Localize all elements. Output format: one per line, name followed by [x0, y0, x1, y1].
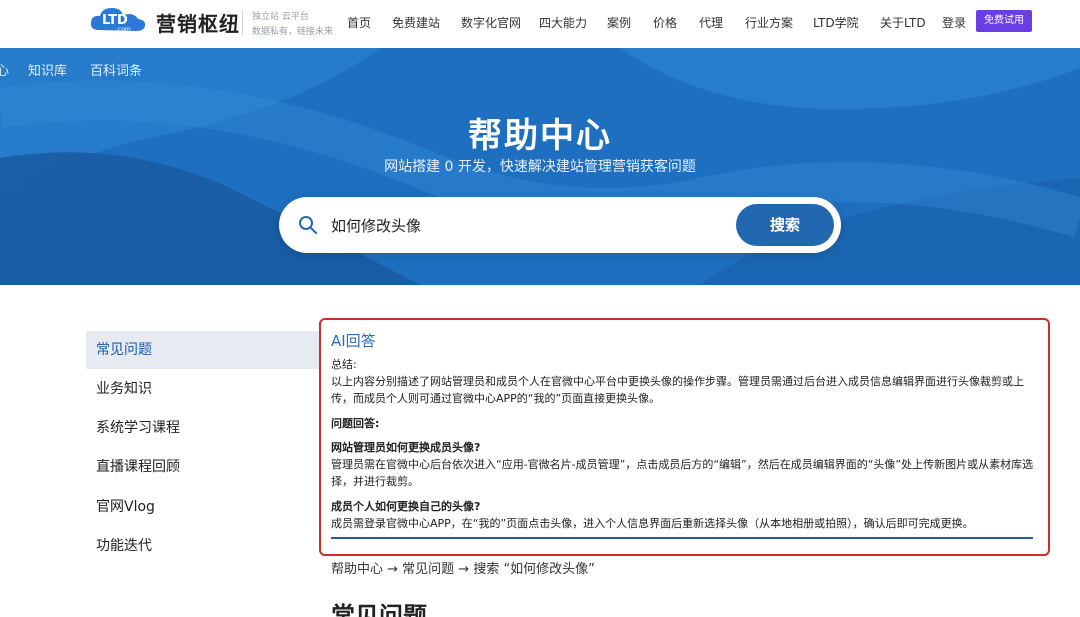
sidebar-item-changelog[interactable]: 功能迭代 [86, 527, 320, 565]
ai-question-1: 网站管理员如何更换成员头像? [331, 441, 481, 454]
nav-about[interactable]: 关于LTD [880, 14, 926, 31]
sublink-encyclopedia[interactable]: 百科词条 [90, 60, 142, 79]
sidebar-item-faq[interactable]: 常见问题 [86, 331, 320, 369]
search-icon [299, 216, 317, 234]
search-input[interactable] [331, 211, 731, 239]
brand-tagline-2: 数据私有，链接未来 [252, 27, 334, 37]
logo-badge-sub: .com [116, 26, 131, 33]
logo-divider [242, 10, 243, 36]
page-title: 帮助中心 [468, 116, 612, 156]
hero-banner: 心 知识库 百科词条 帮助中心 网站搭建 0 开发，快速解决建站管理营销获客问题… [0, 48, 1080, 285]
nav-academy[interactable]: LTD学院 [813, 14, 859, 31]
brand-tagline-1: 独立站 云平台 [252, 12, 309, 22]
nav-login[interactable]: 登录 [942, 14, 966, 31]
search-button[interactable]: 搜索 [736, 204, 834, 246]
nav-home[interactable]: 首页 [347, 14, 371, 31]
nav-cases[interactable]: 案例 [607, 14, 631, 31]
sidebar-item-business[interactable]: 业务知识 [86, 370, 320, 408]
search-bar: 搜索 [279, 197, 841, 253]
nav-four-abilities[interactable]: 四大能力 [539, 14, 587, 31]
nav-digital-site[interactable]: 数字化官网 [461, 14, 521, 31]
logo[interactable]: LTD .com [88, 4, 148, 36]
nav-free-site[interactable]: 免费建站 [392, 14, 440, 31]
brand-name: 营销枢纽 [156, 12, 240, 36]
ai-answer-2: 成员需登录官微中心APP，在“我的”页面点击头像，进入个人信息界面后重新选择头像… [331, 517, 974, 530]
sidebar-item-vlog[interactable]: 官网Vlog [86, 488, 320, 526]
nav-industry[interactable]: 行业方案 [745, 14, 793, 31]
ai-answer-1: 管理员需在官微中心后台依次进入“应用-官微名片-成员管理”，点击成员后方的“编辑… [331, 458, 1034, 488]
ai-qa-label: 问题回答: [331, 417, 380, 430]
sidebar-item-live-replay[interactable]: 直播课程回顾 [86, 448, 320, 486]
breadcrumb: 帮助中心 → 常见问题 → 搜索 “如何修改头像” [331, 562, 595, 577]
page-subtitle: 网站搭建 0 开发，快速解决建站管理营销获客问题 [384, 159, 696, 175]
ai-question-2: 成员个人如何更换自己的头像? [331, 500, 481, 513]
free-trial-button[interactable]: 免费试用 [976, 10, 1032, 32]
nav-agent[interactable]: 代理 [699, 14, 723, 31]
ai-answer-title: AI回答 [331, 332, 376, 350]
top-navbar: LTD .com 营销枢纽 独立站 云平台 数据私有，链接未来 首页 免费建站 … [0, 0, 1080, 48]
sublink-help-center[interactable]: 心 [0, 60, 9, 79]
logo-cloud-icon: LTD .com [90, 8, 146, 33]
nav-pricing[interactable]: 价格 [653, 14, 677, 31]
ai-summary-label: 总结: [331, 358, 357, 371]
sublink-knowledge-base[interactable]: 知识库 [28, 60, 67, 79]
ai-answer-divider [331, 537, 1033, 539]
sidebar-item-courses[interactable]: 系统学习课程 [86, 409, 320, 447]
ai-summary: 以上内容分别描述了网站管理员和成员个人在官微中心平台中更换头像的操作步骤。管理员… [331, 375, 1024, 405]
section-title: 常见问题 [331, 602, 427, 617]
